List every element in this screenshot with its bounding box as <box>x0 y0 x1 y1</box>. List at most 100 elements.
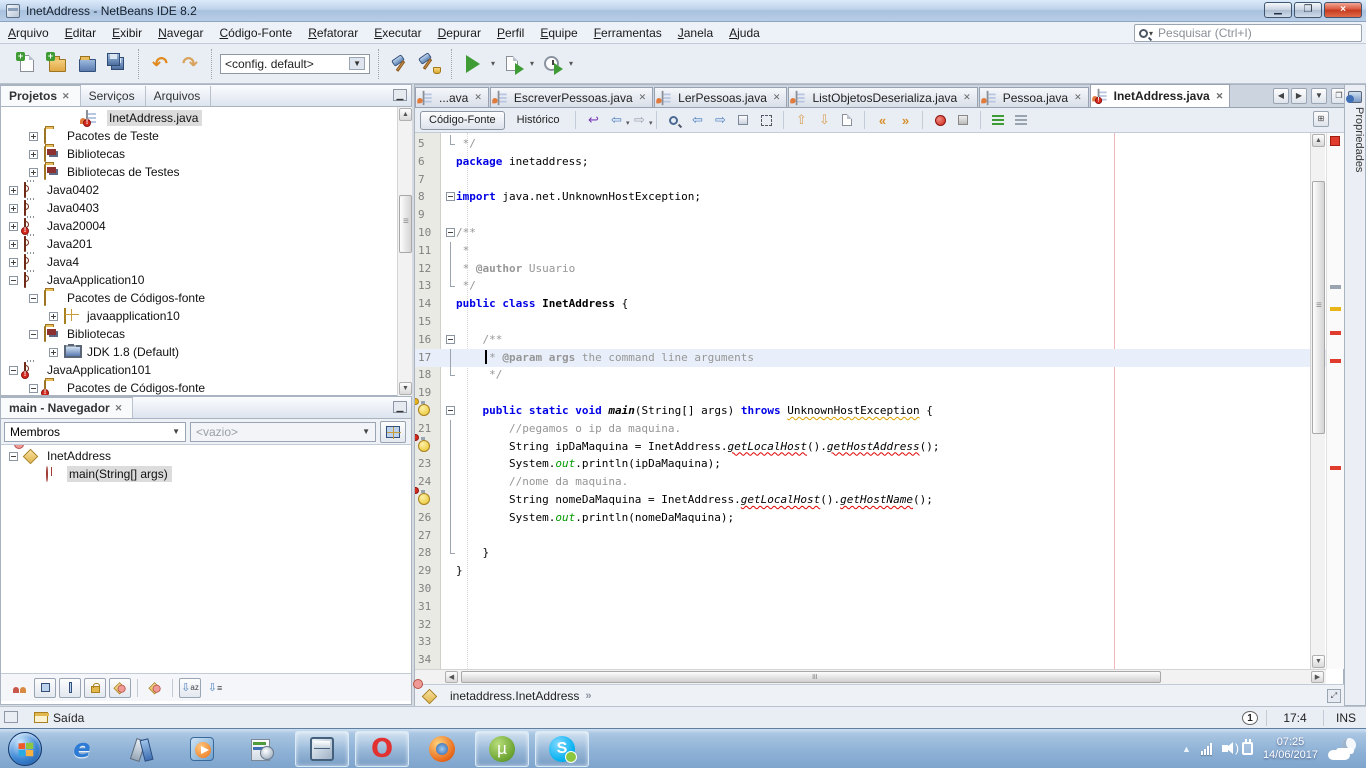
secondary-filter-dropdown[interactable]: <vazio>▼ <box>190 422 376 442</box>
panel-tab-projetos[interactable]: Projetos✕ <box>1 85 81 106</box>
scroll-up-icon[interactable]: ▲ <box>1312 134 1325 147</box>
scroll-tabs-left-icon[interactable]: ◀ <box>1273 88 1289 104</box>
collapse-icon[interactable] <box>9 366 18 375</box>
clock[interactable]: 07:25 14/06/2017 <box>1263 736 1318 762</box>
close-tab-icon[interactable]: ✕ <box>773 92 781 103</box>
close-tab-icon[interactable]: ✕ <box>639 92 647 103</box>
last-edit-location-icon[interactable]: ↩ <box>583 110 603 130</box>
tree-row-bibliotecas-de-testes[interactable]: Bibliotecas de Testes <box>29 163 184 181</box>
fold-minus-icon[interactable] <box>445 188 457 206</box>
scroll-left-icon[interactable]: ◀ <box>445 671 458 683</box>
show-non-public-button[interactable] <box>84 678 106 698</box>
projects-scrollbar[interactable]: ▲ ▼ <box>397 107 412 396</box>
restore-button[interactable]: ❐ <box>1294 2 1322 18</box>
scroll-down-icon[interactable]: ▼ <box>1312 655 1325 668</box>
show-static-members-button[interactable] <box>59 678 81 698</box>
breadcrumb-expand-icon[interactable]: ⤢ <box>1327 689 1341 703</box>
taskbar-installer-button[interactable] <box>235 731 289 767</box>
scroll-right-icon[interactable]: ▶ <box>1311 671 1324 683</box>
menu-item-co-digo-fonte[interactable]: Código-Fonte <box>211 23 300 43</box>
close-icon[interactable]: ✕ <box>62 91 70 102</box>
taskbar-media-player-button[interactable] <box>175 731 229 767</box>
editor-tab-ava[interactable]: ...ava✕ <box>415 87 489 107</box>
clean-build-project-button[interactable] <box>417 51 443 77</box>
tree-row-java4[interactable]: Java4 <box>9 253 83 271</box>
shift-right-icon[interactable]: » <box>895 110 915 130</box>
caret-mark-icon[interactable] <box>1330 285 1341 289</box>
restore-window-group-icon[interactable] <box>6 713 18 723</box>
volume-icon[interactable] <box>1222 745 1228 752</box>
tree-row-javaapplication10[interactable]: JavaApplication10 <box>9 271 148 289</box>
panel-tab-servic-os[interactable]: Serviços <box>81 86 146 106</box>
tree-row-inetaddress-java[interactable]: !InetAddress.java <box>69 109 202 127</box>
notifications-icon[interactable]: 1 <box>1242 711 1258 725</box>
shift-left-icon[interactable]: « <box>872 110 892 130</box>
profile-dropdown-icon[interactable]: ▾ <box>569 59 573 68</box>
tree-row-javaapplication101[interactable]: !JavaApplication101 <box>9 361 155 379</box>
menu-item-ajuda[interactable]: Ajuda <box>721 23 768 43</box>
fold-minus-icon[interactable] <box>445 331 457 349</box>
tree-row-pacotes-de-co-digos-fonte[interactable]: !Pacotes de Códigos-fonte <box>29 379 209 395</box>
editor-tab-inetaddress-java[interactable]: !InetAddress.java✕ <box>1090 84 1231 107</box>
sort-by-source-button[interactable]: ⇩≡ <box>204 678 226 698</box>
panel-tab-arquivos[interactable]: Arquivos <box>146 86 212 106</box>
taskbar-firefox-button[interactable] <box>415 731 469 767</box>
sort-by-source-icon[interactable] <box>380 421 406 443</box>
start-button[interactable] <box>8 732 42 766</box>
taskbar-netbeans-button[interactable] <box>295 731 349 767</box>
close-icon[interactable]: ✕ <box>115 403 123 414</box>
build-project-button[interactable] <box>387 51 413 77</box>
undo-button[interactable]: ↶ <box>147 51 173 77</box>
error-mark-icon[interactable] <box>1330 359 1341 363</box>
menu-item-equipe[interactable]: Equipe <box>532 23 585 43</box>
taskbar-internet-explorer-button[interactable]: e <box>55 731 109 767</box>
navigator-tab[interactable]: main - Navegador✕ <box>1 397 133 418</box>
collapse-icon[interactable] <box>9 452 18 461</box>
run-dropdown-icon[interactable]: ▾ <box>491 59 495 68</box>
stop-macro-recording-icon[interactable] <box>930 110 950 130</box>
editor-horizontal-scrollbar[interactable]: ◀ ▶ <box>415 669 1326 684</box>
close-tab-icon[interactable]: ✕ <box>963 92 971 103</box>
menu-item-ferramentas[interactable]: Ferramentas <box>586 23 670 43</box>
editor-tab-lerpessoas-java[interactable]: LerPessoas.java✕ <box>654 87 787 107</box>
chevron-right-icon[interactable]: » <box>585 690 591 702</box>
tree-row-jdk-1-8-default[interactable]: JDK 1.8 (Default) <box>49 343 183 361</box>
sort-alphabetically-button[interactable]: ⇩az <box>179 678 201 698</box>
error-stripe[interactable] <box>1326 133 1345 669</box>
source-view-button[interactable]: Código-Fonte <box>420 111 505 130</box>
open-project-button[interactable] <box>74 51 100 77</box>
split-document-icon[interactable]: ⊞ <box>1313 111 1329 127</box>
tree-row-java20004[interactable]: !Java20004 <box>9 217 110 235</box>
next-occurrence-icon[interactable]: ⇩ <box>814 110 834 130</box>
show-fields-button[interactable] <box>34 678 56 698</box>
expand-icon[interactable] <box>9 258 18 267</box>
taskbar-skype-button[interactable]: S <box>535 731 589 767</box>
fold-minus-icon[interactable] <box>445 402 457 420</box>
expand-icon[interactable] <box>9 222 18 231</box>
tree-row-pacotes-de-teste[interactable]: Pacotes de Teste <box>29 127 163 145</box>
expand-icon[interactable] <box>49 348 58 357</box>
code-editor[interactable]: 5 */6package inetaddress;78import java.n… <box>415 133 1345 669</box>
close-tab-icon[interactable]: ✕ <box>474 92 482 103</box>
forward-icon[interactable]: ⇨▾ <box>629 110 649 130</box>
history-view-button[interactable]: Histórico <box>508 111 569 130</box>
tree-row-main-string-args[interactable]: main(String[] args) <box>29 465 172 483</box>
find-selection-icon[interactable] <box>664 110 684 130</box>
scrollbar-thumb[interactable] <box>1312 181 1325 434</box>
network-icon[interactable] <box>1201 743 1212 755</box>
new-file-button[interactable]: + <box>14 51 40 77</box>
previous-occurrence-icon[interactable]: ⇧ <box>791 110 811 130</box>
profile-project-button[interactable] <box>538 51 564 77</box>
uncomment-icon[interactable] <box>1011 110 1031 130</box>
taskbar-opera-button[interactable]: O <box>355 731 409 767</box>
editor-vertical-scrollbar[interactable]: ▲ ▼ <box>1310 133 1325 669</box>
debug-dropdown-icon[interactable]: ▾ <box>530 59 534 68</box>
config-dropdown[interactable]: <config. default>▼ <box>220 54 370 74</box>
menu-item-refatorar[interactable]: Refatorar <box>300 23 366 43</box>
collapse-icon[interactable] <box>29 330 38 339</box>
show-inner-classes-button[interactable] <box>109 678 131 698</box>
collapse-icon[interactable] <box>29 384 38 393</box>
editor-tab-escreverpessoas-java[interactable]: EscreverPessoas.java✕ <box>490 87 653 107</box>
expand-icon[interactable] <box>9 204 18 213</box>
comment-icon[interactable] <box>988 110 1008 130</box>
